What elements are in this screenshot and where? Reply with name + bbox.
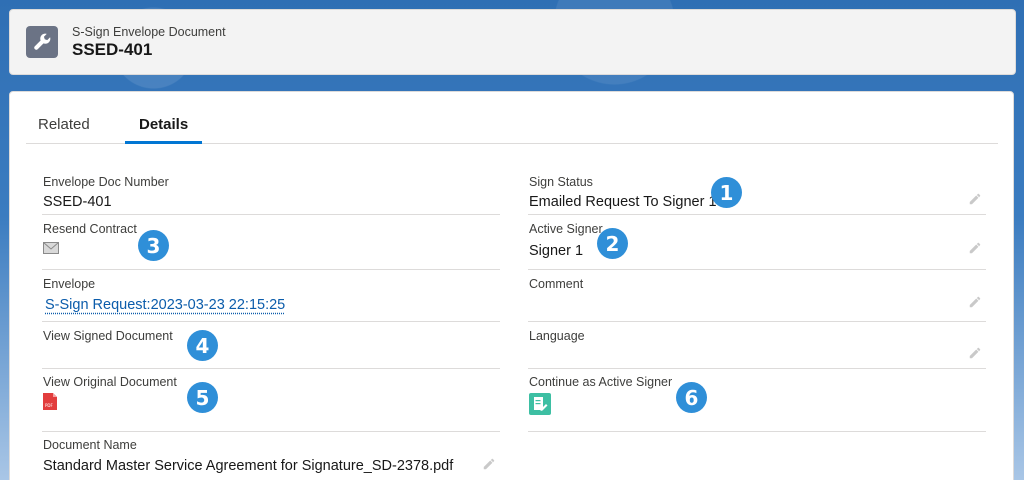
details-card: Related Details Envelope Doc Number SSED… <box>9 91 1014 480</box>
field-label: Continue as Active Signer <box>529 375 673 389</box>
callout-badge-4: 4 <box>187 330 218 361</box>
field-language: Language <box>528 322 986 369</box>
wrench-icon <box>26 26 58 58</box>
field-envelope: Envelope S-Sign Request:2023-03-23 22:15… <box>42 270 500 322</box>
svg-text:PDF: PDF <box>45 403 53 408</box>
field-value: SSED-401 <box>43 194 112 210</box>
field-comment: Comment <box>528 270 986 322</box>
field-label: View Signed Document <box>43 329 173 343</box>
field-label: Envelope Doc Number <box>43 175 169 189</box>
field-label: Sign Status <box>529 175 593 189</box>
field-value: Standard Master Service Agreement for Si… <box>43 458 454 474</box>
field-label: Language <box>529 329 585 343</box>
field-label: View Original Document <box>43 375 177 389</box>
field-value: Emailed Request To Signer 1 <box>529 194 717 210</box>
envelope-link[interactable]: S-Sign Request:2023-03-23 22:15:25 <box>45 297 285 313</box>
callout-badge-2: 2 <box>597 228 628 259</box>
pencil-icon[interactable] <box>968 295 982 309</box>
field-document-name: Document Name Standard Master Service Ag… <box>42 432 500 480</box>
field-value: Signer 1 <box>529 243 584 259</box>
tab-details[interactable]: Details <box>124 116 203 144</box>
field-envelope-doc-number: Envelope Doc Number SSED-401 <box>42 170 500 215</box>
callout-badge-3: 3 <box>138 230 169 261</box>
field-label: Resend Contract <box>43 222 137 236</box>
envelope-icon[interactable] <box>43 241 59 259</box>
field-resend-contract: Resend Contract <box>42 215 500 270</box>
field-sign-status: Sign Status Emailed Request To Signer 1 <box>528 170 986 215</box>
pencil-icon[interactable] <box>968 241 982 255</box>
callout-badge-6: 6 <box>676 382 707 413</box>
tab-bar: Related Details <box>26 92 998 144</box>
callout-badge-5: 5 <box>187 382 218 413</box>
record-header: S-Sign Envelope Document SSED-401 <box>9 9 1016 75</box>
field-view-signed-document: View Signed Document <box>42 322 500 369</box>
pencil-icon[interactable] <box>968 346 982 360</box>
field-view-original-document: View Original Document PDF <box>42 369 500 432</box>
field-label: Active Signer <box>529 222 603 236</box>
page-title: SSED-401 <box>72 40 153 59</box>
pencil-icon[interactable] <box>968 192 982 206</box>
field-label: Envelope <box>43 277 96 291</box>
field-continue-active-signer: Continue as Active Signer <box>528 369 986 432</box>
tab-related[interactable]: Related <box>38 116 90 144</box>
sign-document-icon[interactable] <box>529 393 551 420</box>
pdf-icon[interactable]: PDF <box>43 393 57 415</box>
pencil-icon[interactable] <box>482 457 496 471</box>
field-label: Document Name <box>43 438 137 452</box>
callout-badge-1: 1 <box>711 177 742 208</box>
field-label: Comment <box>529 277 584 291</box>
record-type-label: S-Sign Envelope Document <box>72 25 226 39</box>
